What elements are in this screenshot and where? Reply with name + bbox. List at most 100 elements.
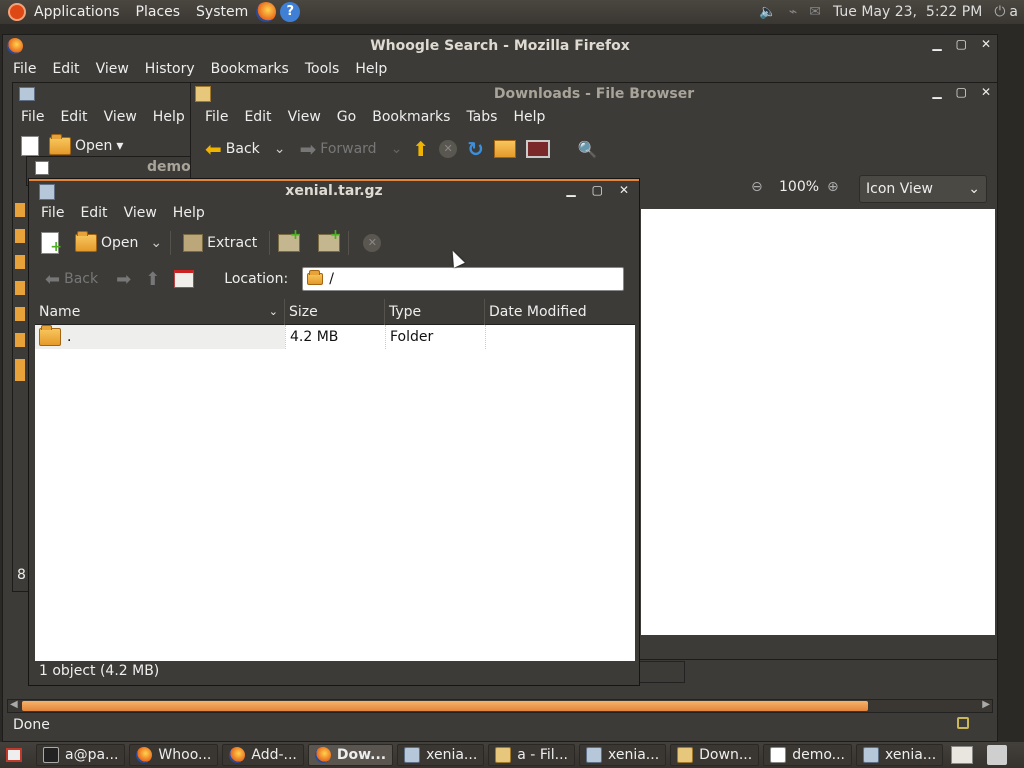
fb-menu-tabs[interactable]: Tabs (458, 109, 505, 125)
firefox-titlebar[interactable]: Whoogle Search - Mozilla Firefox ▁ ▢ ✕ (3, 35, 997, 57)
forward-arrow-icon: ➡ (299, 137, 317, 161)
forward-arrow-icon[interactable]: ➡ (116, 269, 131, 290)
task-archive-1[interactable]: xenia... (397, 744, 485, 766)
bg-open-button[interactable]: Open ▾ (45, 134, 127, 157)
zoom-in-button[interactable]: ⊕ (827, 179, 839, 195)
new-archive-icon[interactable]: + (41, 232, 62, 255)
help-launcher-icon[interactable]: ? (280, 2, 301, 22)
task-archive-2[interactable]: xenia... (578, 744, 667, 766)
firefox-menu-file[interactable]: File (5, 61, 44, 77)
clock[interactable]: Tue May 23, 5:22 PM (833, 4, 982, 20)
archive-open-button[interactable]: Open (71, 231, 142, 254)
minimize-button[interactable]: ▁ (932, 37, 941, 51)
fb-menu-bookmarks[interactable]: Bookmarks (364, 109, 458, 125)
trash-icon[interactable] (987, 745, 1008, 765)
maximize-button[interactable]: ▢ (956, 37, 967, 51)
home-icon[interactable] (174, 270, 195, 288)
task-editor-demo[interactable]: demo... (763, 744, 852, 766)
fb-forward-history-dropdown[interactable]: ⌄ (391, 141, 403, 157)
file-browser-titlebar[interactable]: Downloads - File Browser ▁ ▢ ✕ (191, 83, 997, 105)
scroll-left-arrow[interactable]: ◀ (10, 699, 18, 710)
task-file-browser-a[interactable]: a - Fil... (488, 744, 575, 766)
mail-icon[interactable]: ✉ (809, 4, 821, 20)
bg-menu-file[interactable]: File (13, 109, 52, 125)
volume-icon[interactable]: 🔈 (759, 4, 776, 20)
archive-menu-file[interactable]: File (33, 205, 72, 221)
firefox-menu-history[interactable]: History (137, 61, 203, 77)
column-date-header[interactable]: Date Modified (485, 299, 635, 325)
fb-menu-view[interactable]: View (280, 109, 329, 125)
firefox-launcher-icon[interactable] (256, 2, 277, 22)
network-icon[interactable]: ⌁ (789, 4, 797, 20)
scroll-right-arrow[interactable]: ▶ (982, 699, 990, 710)
firefox-menu-bookmarks[interactable]: Bookmarks (203, 61, 297, 77)
fb-menu-help[interactable]: Help (505, 109, 553, 125)
fb-maximize-button[interactable]: ▢ (956, 85, 967, 99)
menu-places[interactable]: Places (128, 4, 189, 20)
workspace-switcher[interactable] (951, 746, 974, 764)
user-name[interactable]: a (1009, 4, 1018, 20)
stop-icon[interactable]: ✕ (439, 140, 458, 158)
fb-minimize-button[interactable]: ▁ (932, 85, 941, 99)
fb-forward-button[interactable]: ➡ Forward (296, 135, 381, 163)
bg-new-icon[interactable] (21, 136, 39, 156)
extract-button[interactable]: Extract (179, 232, 261, 254)
fb-close-button[interactable]: ✕ (981, 85, 991, 99)
location-field[interactable]: / (302, 267, 625, 291)
hscroll-thumb[interactable] (22, 701, 868, 711)
column-name-header[interactable]: Name ⌄ (35, 298, 285, 325)
archive-menu-help[interactable]: Help (165, 205, 213, 221)
firefox-menu-tools[interactable]: Tools (297, 61, 348, 77)
firefox-menu-help[interactable]: Help (347, 61, 395, 77)
add-files-icon[interactable]: + (278, 227, 301, 252)
task-firefox-whoogle[interactable]: Whoo... (129, 744, 219, 766)
menu-system[interactable]: System (188, 4, 256, 20)
archive-close-button[interactable]: ✕ (619, 183, 629, 197)
up-arrow-icon[interactable]: ⬆ (412, 137, 429, 161)
table-row[interactable]: . 4.2 MB Folder (35, 325, 635, 349)
home-folder-icon[interactable] (493, 140, 516, 158)
archive-maximize-button[interactable]: ▢ (592, 183, 603, 197)
fb-menu-file[interactable]: File (197, 109, 236, 125)
firefox-menu-view[interactable]: View (88, 61, 137, 77)
row-name: . (67, 329, 72, 345)
task-terminal[interactable]: a@pa... (36, 744, 126, 766)
stop-icon[interactable]: ✕ (363, 234, 382, 252)
firefox-hscrollbar[interactable]: ◀ ▶ (7, 699, 993, 713)
bg-menu-view[interactable]: View (96, 109, 145, 125)
fb-back-button[interactable]: ⬅ Back (201, 135, 264, 163)
zoom-out-button[interactable]: ⊖ (751, 179, 763, 195)
menu-applications[interactable]: Applications (26, 4, 128, 20)
task-firefox-addons[interactable]: Add-... (222, 744, 304, 766)
search-icon[interactable]: 🔍 (578, 140, 598, 159)
archive-back-button[interactable]: ⬅ Back (41, 267, 102, 292)
show-desktop-icon[interactable] (6, 748, 22, 762)
ubuntu-logo-icon[interactable] (8, 3, 26, 21)
open-dropdown-chevron-icon[interactable]: ⌄ (150, 235, 162, 251)
archive-menu-view[interactable]: View (116, 205, 165, 221)
archive-icon (863, 747, 879, 763)
task-file-browser-downloads[interactable]: Down... (670, 744, 760, 766)
fb-back-history-dropdown[interactable]: ⌄ (274, 141, 286, 157)
column-type-header[interactable]: Type (385, 298, 485, 325)
column-size-header[interactable]: Size (285, 298, 385, 325)
reload-icon[interactable]: ↻ (467, 137, 484, 161)
bg-menu-edit[interactable]: Edit (52, 109, 95, 125)
view-mode-select[interactable]: Icon View ⌄ (859, 175, 987, 203)
power-icon[interactable]: ⏻ (994, 4, 1005, 20)
archive-menu-edit[interactable]: Edit (72, 205, 115, 221)
back-arrow-icon: ⬅ (45, 268, 61, 290)
firefox-menu-edit[interactable]: Edit (44, 61, 87, 77)
file-browser-content[interactable] (641, 209, 995, 635)
computer-icon[interactable] (525, 140, 550, 158)
fb-menu-edit[interactable]: Edit (236, 109, 279, 125)
close-button[interactable]: ✕ (981, 37, 991, 51)
add-folder-icon[interactable]: + (318, 227, 341, 252)
task-archive-3[interactable]: xenia... (856, 744, 944, 766)
bg-menu-help[interactable]: Help (145, 109, 193, 125)
archive-minimize-button[interactable]: ▁ (566, 183, 575, 197)
fb-menu-go[interactable]: Go (329, 109, 364, 125)
task-firefox-downloads[interactable]: Dow... (307, 744, 394, 766)
archive-titlebar[interactable]: xenial.tar.gz ▁ ▢ ✕ (29, 179, 639, 201)
up-arrow-icon[interactable]: ⬆ (145, 269, 160, 290)
